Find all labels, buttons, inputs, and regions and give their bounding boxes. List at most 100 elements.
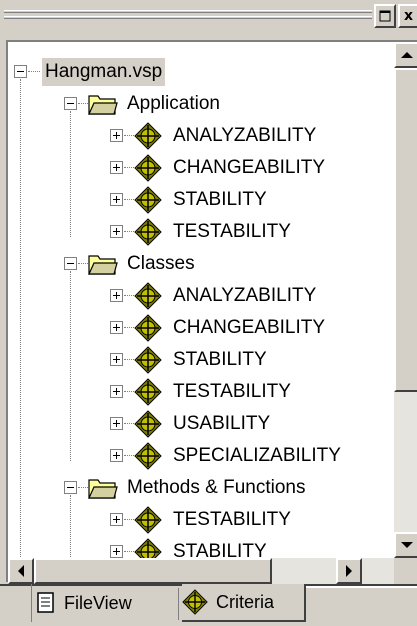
tab-spacer [0,584,32,622]
tree-node-label: Hangman.vsp [42,58,166,86]
expand-plus-icon[interactable] [110,129,123,142]
criteria-icon [134,538,162,558]
tree-connector [78,487,88,488]
vertical-scroll-thumb[interactable] [394,68,417,392]
tree-node[interactable]: Methods & Functions [88,472,308,504]
tab-fileview-label: FileView [64,592,132,613]
expand-plus-icon[interactable] [110,545,123,558]
scroll-right-button[interactable] [336,558,362,584]
tree-connector [124,327,134,328]
tree-guide-line [20,79,21,558]
tree-connector [124,359,134,360]
tree-guide-line [70,495,71,557]
arrow-down-icon [400,542,413,548]
criteria-tree-view[interactable]: Hangman.vsp Application ANALYZABILITY CHANG… [6,40,417,584]
tree-connector [124,295,134,296]
scroll-down-button[interactable] [394,532,417,558]
criteria-icon [134,346,162,374]
criteria-icon [134,314,162,342]
docking-window-header[interactable]: x [0,0,417,32]
tree-connector [28,71,40,72]
arrow-left-icon [18,565,24,577]
tree-node[interactable]: ANALYZABILITY [134,120,319,152]
tab-bar-empty [306,586,417,620]
tree-connector [124,135,134,136]
close-button[interactable]: x [398,4,417,28]
expand-plus-icon[interactable] [110,289,123,302]
tree-guide-line [70,111,71,237]
criteria-icon [134,442,162,470]
tree-node[interactable]: STABILITY [134,536,270,558]
open-folder-icon [88,255,118,275]
tree-connector [124,455,134,456]
tab-separator [178,588,179,620]
restore-button[interactable] [374,4,396,28]
tree-node[interactable]: ANALYZABILITY [134,280,319,312]
tree-node-label: Application [127,93,220,114]
scroll-left-button[interactable] [8,558,34,584]
tree-connector [124,391,134,392]
tab-fileview[interactable]: FileView [36,586,176,620]
criteria-icon [134,282,162,310]
criteria-icon [134,506,162,534]
vertical-scrollbar[interactable] [394,42,417,558]
scroll-up-button[interactable] [394,42,417,68]
tree-connector [124,167,134,168]
expand-plus-icon[interactable] [110,225,123,238]
tree-node-label: Methods & Functions [127,477,306,498]
close-icon: x [403,8,414,24]
criteria-icon [134,378,162,406]
tree-node[interactable]: SPECIALIZABILITY [134,440,344,472]
criteria-icon [182,589,208,615]
tab-criteria[interactable]: Criteria [182,584,306,622]
expand-plus-icon[interactable] [110,449,123,462]
criteria-icon [134,186,162,214]
collapse-minus-icon[interactable] [64,257,77,270]
criteria-icon [134,410,162,438]
open-folder-icon [88,479,118,499]
tree-node[interactable]: STABILITY [134,344,270,376]
tree-connector [78,263,88,264]
tree-node-label: TESTABILITY [173,221,291,242]
tree-node[interactable]: CHANGEABILITY [134,152,328,184]
expand-plus-icon[interactable] [110,417,123,430]
tree-node-label: STABILITY [173,541,267,558]
tree-node[interactable]: STABILITY [134,184,270,216]
tree-node-label: USABILITY [173,413,271,434]
tree-node[interactable]: TESTABILITY [134,216,294,248]
criteria-icon [134,218,162,246]
horizontal-scrollbar[interactable] [8,558,394,584]
tree-node-label: STABILITY [173,349,267,370]
tree-node[interactable]: Application [88,88,223,120]
tree-connector [124,519,134,520]
tree-node[interactable]: TESTABILITY [134,504,294,536]
expand-plus-icon[interactable] [110,321,123,334]
tree-connector [124,423,134,424]
tree-node[interactable]: TESTABILITY [134,376,294,408]
expand-plus-icon[interactable] [110,513,123,526]
expand-plus-icon[interactable] [110,385,123,398]
open-folder-icon [88,95,118,115]
tree-node-label: ANALYZABILITY [173,125,317,146]
arrow-right-icon [346,565,352,577]
tree-node[interactable]: Hangman.vsp [42,56,166,88]
tree-node[interactable]: Classes [88,248,198,280]
tree-node[interactable]: USABILITY [134,408,273,440]
tree-node[interactable]: CHANGEABILITY [134,312,328,344]
view-tab-bar: FileView Criteria [0,584,417,626]
expand-plus-icon[interactable] [110,193,123,206]
gripper-line [4,10,372,13]
tree-connector [78,103,88,104]
tree-connector [124,231,134,232]
expand-plus-icon[interactable] [110,161,123,174]
restore-icon [379,10,391,22]
horizontal-scroll-thumb[interactable] [34,558,272,584]
tree-node-label: TESTABILITY [173,381,291,402]
expand-plus-icon[interactable] [110,353,123,366]
collapse-minus-icon[interactable] [14,65,27,78]
collapse-minus-icon[interactable] [64,481,77,494]
tree-node-label: SPECIALIZABILITY [173,445,341,466]
tree-content: Hangman.vsp Application ANALYZABILITY CHANG… [8,42,394,558]
collapse-minus-icon[interactable] [64,97,77,110]
tree-connector [124,551,134,552]
